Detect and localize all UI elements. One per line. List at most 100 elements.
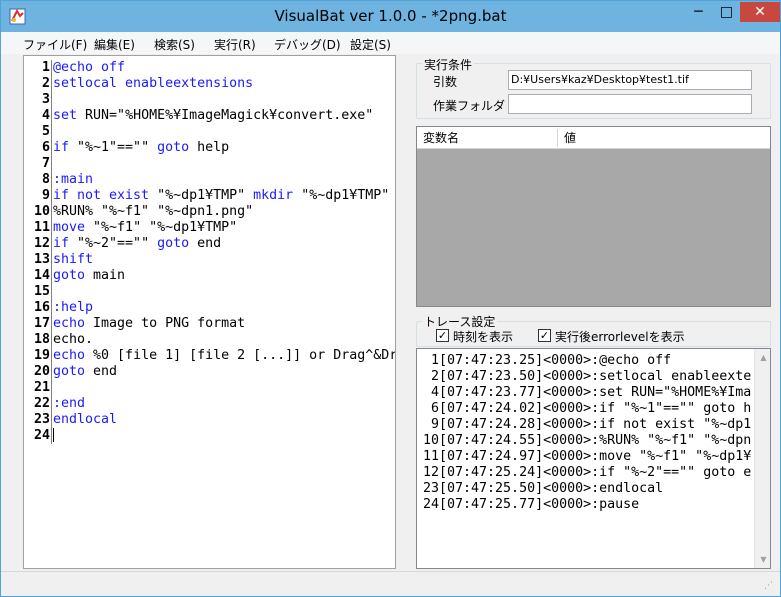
scroll-up-icon[interactable]: ▲ [755,349,770,366]
variables-header: 変数名 値 [417,127,770,149]
line-number: 12 [33,236,50,251]
code-text: echo. [53,332,94,347]
code-text: "%~dp1¥TMP" [149,188,254,203]
code-keyword: if not exist [53,188,150,203]
code-line[interactable]: endlocal [53,412,395,428]
code-line[interactable] [53,380,395,396]
code-line[interactable] [53,92,395,108]
code-keyword: goto [157,236,190,251]
col-variable-value[interactable]: 値 [558,127,770,149]
trace-line[interactable]: 2[07:47:23.50]<0000>:setlocal enableexte [423,369,753,385]
code-keyword: echo [53,348,86,363]
code-line[interactable] [53,156,395,172]
code-editor[interactable]: 1 2 3 4 5 6 7 8 9 10 11 12 13 14 15 16 17 18 19 20 21 22 23 24 … [23,55,396,569]
code-keyword: if [53,140,70,155]
resize-grip-icon[interactable]: ⋰ [764,580,776,592]
code-line[interactable]: shift [53,252,395,268]
trace-line[interactable]: 24[07:47:25.77]<0000>:pause [423,497,753,513]
code-keyword: echo [53,316,86,331]
code-keyword: set [53,108,78,123]
trace-line[interactable]: 9[07:47:24.28]<0000>:if not exist "%~dp1 [423,417,753,433]
trace-line[interactable]: 11[07:47:24.97]<0000>:move "%~f1" "%~dp1… [423,449,753,465]
line-number: 13 [33,252,50,267]
menu-settings[interactable]: 設定(S) [350,36,391,53]
menu-run[interactable]: 実行(R) [214,36,256,53]
col-variable-name[interactable]: 変数名 [417,127,557,149]
app-window: VisualBat ver 1.0.0 - *2png.bat ─ □ ✕ ファ… [0,0,781,597]
exec-conditions-label: 実行条件 [422,56,475,73]
menu-debug[interactable]: デバッグ(D) [274,36,341,53]
line-number: 15 [33,284,50,299]
code-keyword: @echo off [53,60,126,75]
menu-search[interactable]: 検索(S) [154,36,195,53]
code-line[interactable]: set RUN="%HOME%¥ImageMagick¥convert.exe" [53,108,395,124]
code-line[interactable] [53,428,395,444]
code-line[interactable]: if "%~2"=="" goto end [53,236,395,252]
code-text: "%~1"=="" [69,140,158,155]
code-keyword: goto [53,268,86,283]
trace-line[interactable]: 12[07:47:25.24]<0000>:if "%~2"=="" goto … [423,465,753,481]
code-area[interactable]: @echo off setlocal enableextensions set RU… [51,60,396,444]
text-caret [53,428,54,442]
show-errorlevel-label[interactable]: 実行後errorlevelを表示 [555,328,685,345]
visualbat-app-icon[interactable] [9,8,26,25]
trace-output[interactable]: 1[07:47:23.25]<0000>:@echo off 2[07:47:2… [416,348,771,569]
line-number: 4 [41,108,50,123]
show-time-checkbox[interactable]: ✓ [436,329,449,342]
code-text: "%~f1" "%~dp1¥TMP" [85,220,238,235]
code-line[interactable]: :help [53,300,395,316]
code-keyword: setlocal enableextensions [53,76,254,91]
code-line[interactable]: @echo off [53,60,395,76]
status-bar: ⋰ [1,571,780,596]
trace-line[interactable]: 23[07:47:25.50]<0000>:endlocal [423,481,753,497]
line-number: 11 [33,220,50,235]
title-bar[interactable]: VisualBat ver 1.0.0 - *2png.bat ─ □ ✕ [1,1,780,32]
code-line[interactable]: echo %0 [file 1] [file 2 [...]] or Drag^… [53,348,396,364]
code-text: "%~2"=="" [69,236,158,251]
code-keyword: :end [53,396,86,411]
line-number: 24 [33,428,50,443]
code-line[interactable]: if "%~1"=="" goto help [53,140,395,156]
code-text: %0 [file 1] [file 2 [...]] or Drag^&Dr [85,348,396,363]
code-keyword: :main [53,172,94,187]
trace-line[interactable]: 10[07:47:24.55]<0000>:%RUN% "%~f1" "%~dp… [423,433,753,449]
code-line[interactable]: goto main [53,268,395,284]
trace-lines: 1[07:47:23.25]<0000>:@echo off 2[07:47:2… [423,353,753,513]
code-text: end [189,236,222,251]
line-number: 18 [33,332,50,347]
variables-list[interactable]: 変数名 値 [416,126,771,307]
trace-scrollbar[interactable]: ▲ ▼ [754,349,770,568]
code-line[interactable]: move "%~f1" "%~dp1¥TMP" [53,220,395,236]
code-text: %RUN% "%~f1" "%~dpn1.png" [53,204,254,219]
code-line[interactable]: echo Image to PNG format [53,316,395,332]
code-keyword: move [53,220,86,235]
code-line[interactable]: if not exist "%~dp1¥TMP" mkdir "%~dp1¥TM… [53,188,395,204]
line-number-gutter: 1 2 3 4 5 6 7 8 9 10 11 12 13 14 15 16 17 18 19 20 21 22 23 24 [24,60,50,444]
trace-line[interactable]: 6[07:47:24.02]<0000>:if "%~1"=="" goto h [423,401,753,417]
code-line[interactable] [53,284,395,300]
trace-line[interactable]: 1[07:47:23.25]<0000>:@echo off [423,353,753,369]
scroll-down-icon[interactable]: ▼ [755,551,770,568]
show-time-label[interactable]: 時刻を表示 [453,328,513,345]
code-line[interactable]: echo. [53,332,395,348]
line-number: 14 [33,268,50,283]
window-title: VisualBat ver 1.0.0 - *2png.bat [274,7,507,25]
code-line[interactable] [53,124,395,140]
code-line[interactable]: :main [53,172,395,188]
menu-file[interactable]: ファイル(F) [23,36,87,53]
line-number: 16 [33,300,50,315]
trace-line[interactable]: 4[07:47:23.77]<0000>:set RUN="%HOME%¥Ima [423,385,753,401]
workdir-input[interactable] [508,94,752,114]
minimize-button[interactable]: ─ [684,2,713,22]
code-line[interactable]: goto end [53,364,395,380]
code-line[interactable]: :end [53,396,395,412]
code-line[interactable]: %RUN% "%~f1" "%~dpn1.png" [53,204,395,220]
menu-edit[interactable]: 編集(E) [94,36,135,53]
show-errorlevel-checkbox[interactable]: ✓ [538,329,551,342]
code-keyword: :help [53,300,94,315]
menu-bar: ファイル(F) 編集(E) 検索(S) 実行(R) デバッグ(D) 設定(S) [1,32,780,54]
code-line[interactable]: setlocal enableextensions [53,76,395,92]
maximize-button[interactable]: □ [713,2,740,22]
args-input[interactable]: D:¥Users¥kaz¥Desktop¥test1.tif [508,70,752,90]
close-button[interactable]: ✕ [740,2,780,22]
